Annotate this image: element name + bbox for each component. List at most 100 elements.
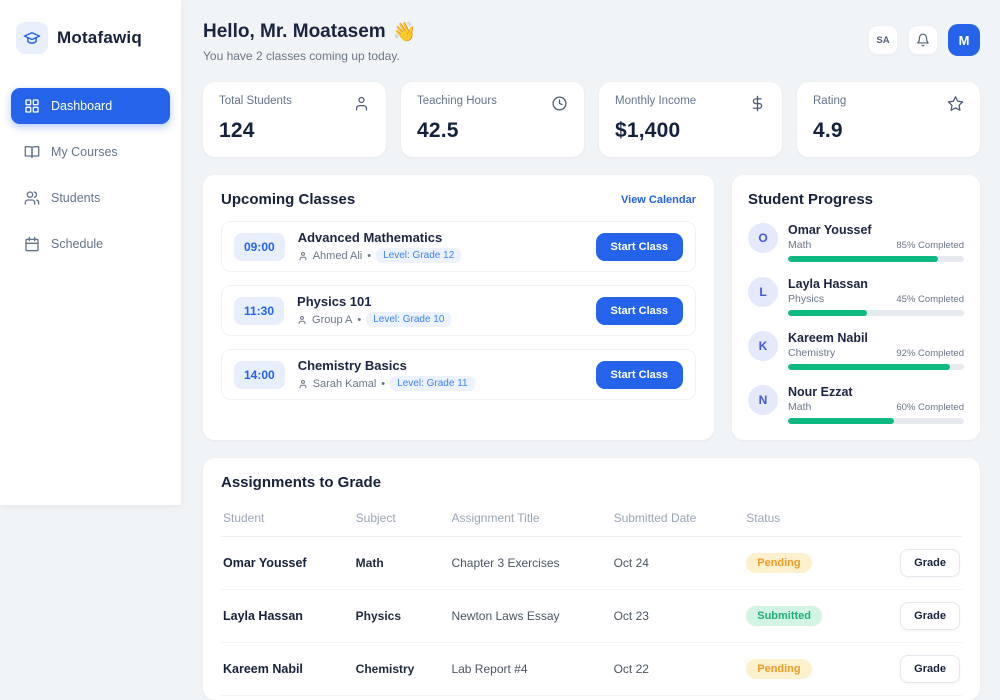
- greeting-text: Hello, Mr. Moatasem: [203, 21, 386, 43]
- progress-track: [788, 364, 964, 370]
- cell-assignment-title: Chapter 3 Exercises: [451, 556, 613, 570]
- stat-card-monthly-income: Monthly Income $1,400: [599, 82, 782, 157]
- cell-status: Pending: [746, 553, 886, 573]
- progress-track: [788, 418, 964, 424]
- view-calendar-link[interactable]: View Calendar: [621, 194, 696, 206]
- stat-label: Total Students: [219, 95, 292, 107]
- class-row: 09:00 Advanced Mathematics Ahmed Ali • L…: [221, 221, 696, 272]
- person-icon: [298, 251, 308, 261]
- topbar-actions: SA M: [868, 24, 980, 56]
- sidebar-item-dashboard[interactable]: Dashboard: [11, 88, 170, 124]
- cell-assignment-title: Lab Report #4: [451, 662, 613, 676]
- progress-row: N Nour Ezzat Math 60% Completed: [748, 385, 964, 424]
- progress-meta: Math 85% Completed: [788, 239, 964, 251]
- sidebar-nav: Dashboard My Courses Students Schedule: [11, 88, 170, 262]
- stat-card-rating: Rating 4.9: [797, 82, 980, 157]
- stat-card-teaching-hours: Teaching Hours 42.5: [401, 82, 584, 157]
- column-header: Submitted Date: [614, 511, 747, 525]
- bell-icon: [916, 33, 930, 47]
- completed-label: 45% Completed: [896, 294, 964, 305]
- class-tutor: Group A: [312, 314, 352, 326]
- progress-body: Omar Youssef Math 85% Completed: [788, 223, 964, 262]
- meta-separator: •: [367, 250, 371, 262]
- calendar-icon: [24, 236, 40, 252]
- progress-row: O Omar Youssef Math 85% Completed: [748, 223, 964, 262]
- student-name: Kareem Nabil: [788, 331, 964, 345]
- status-badge: Pending: [746, 553, 811, 573]
- table-header-row: Student Subject Assignment Title Submitt…: [221, 497, 962, 537]
- class-row: 14:00 Chemistry Basics Sarah Kamal • Lev…: [221, 349, 696, 400]
- student-subject: Math: [788, 401, 811, 413]
- student-subject: Chemistry: [788, 347, 835, 359]
- assignments-table: Student Subject Assignment Title Submitt…: [221, 497, 962, 696]
- table-row: Layla Hassan Physics Newton Laws Essay O…: [221, 590, 962, 643]
- class-meta: Ahmed Ali • Level: Grade 12: [298, 248, 462, 263]
- student-name: Nour Ezzat: [788, 385, 964, 399]
- sidebar-item-my-courses[interactable]: My Courses: [11, 134, 170, 170]
- grade-button[interactable]: Grade: [900, 655, 960, 683]
- cell-status: Pending: [746, 659, 886, 679]
- stat-card-total-students: Total Students 124: [203, 82, 386, 157]
- user-icon: [353, 95, 370, 112]
- class-info: Physics 101 Group A • Level: Grade 10: [297, 294, 451, 327]
- grade-button[interactable]: Grade: [900, 602, 960, 630]
- progress-track: [788, 256, 964, 262]
- sidebar-item-label: Students: [51, 191, 100, 205]
- start-class-button[interactable]: Start Class: [596, 361, 683, 389]
- sidebar-item-label: Schedule: [51, 237, 103, 251]
- user-avatar[interactable]: M: [948, 24, 980, 56]
- class-tutor: Ahmed Ali: [313, 250, 363, 262]
- cell-subject: Chemistry: [356, 662, 452, 676]
- stat-card-top: Monthly Income: [615, 95, 766, 112]
- notifications-button[interactable]: [908, 25, 938, 55]
- progress-fill: [788, 310, 867, 316]
- sidebar-item-students[interactable]: Students: [11, 180, 170, 216]
- progress-body: Kareem Nabil Chemistry 92% Completed: [788, 331, 964, 370]
- graduation-cap-icon: [16, 22, 48, 54]
- column-header: Assignment Title: [451, 511, 613, 525]
- column-header: Status: [746, 511, 886, 525]
- class-row: 11:30 Physics 101 Group A • Level: Grade…: [221, 285, 696, 336]
- person-icon: [297, 315, 307, 325]
- cell-student: Omar Youssef: [223, 556, 356, 570]
- star-icon: [947, 95, 964, 112]
- sidebar: Motafawiq Dashboard My Courses Students: [0, 0, 181, 505]
- class-title: Advanced Mathematics: [298, 230, 462, 245]
- table-row: Kareem Nabil Chemistry Lab Report #4 Oct…: [221, 643, 962, 696]
- start-class-button[interactable]: Start Class: [596, 233, 683, 261]
- section-title: Upcoming Classes: [221, 191, 355, 208]
- class-time-badge: 14:00: [234, 361, 285, 389]
- page-title: Hello, Mr. Moatasem👋: [203, 20, 416, 44]
- cell-assignment-title: Newton Laws Essay: [451, 609, 613, 623]
- progress-meta: Physics 45% Completed: [788, 293, 964, 305]
- logo: Motafawiq: [11, 20, 170, 54]
- stat-value: $1,400: [615, 119, 766, 143]
- meta-separator: •: [357, 314, 361, 326]
- start-class-button[interactable]: Start Class: [596, 297, 683, 325]
- student-name: Layla Hassan: [788, 277, 964, 291]
- progress-row: K Kareem Nabil Chemistry 92% Completed: [748, 331, 964, 370]
- cell-subject: Math: [356, 556, 452, 570]
- stat-value: 4.9: [813, 119, 964, 143]
- class-level-badge: Level: Grade 11: [390, 376, 474, 391]
- dollar-icon: [749, 95, 766, 112]
- sidebar-item-schedule[interactable]: Schedule: [11, 226, 170, 262]
- table-row: Omar Youssef Math Chapter 3 Exercises Oc…: [221, 537, 962, 590]
- class-meta: Group A • Level: Grade 10: [297, 312, 451, 327]
- cell-submitted-date: Oct 24: [614, 556, 747, 570]
- progress-row: L Layla Hassan Physics 45% Completed: [748, 277, 964, 316]
- cell-student: Layla Hassan: [223, 609, 356, 623]
- person-icon: [298, 379, 308, 389]
- student-subject: Math: [788, 239, 811, 251]
- grade-button[interactable]: Grade: [900, 549, 960, 577]
- greeting-block: Hello, Mr. Moatasem👋 You have 2 classes …: [203, 20, 416, 63]
- stats-row: Total Students 124 Teaching Hours 42.5: [203, 82, 980, 157]
- cell-submitted-date: Oct 22: [614, 662, 747, 676]
- sidebar-item-label: My Courses: [51, 145, 118, 159]
- assignments-card: Assignments to Grade Student Subject Ass…: [203, 458, 980, 700]
- column-header: Subject: [356, 511, 452, 525]
- cell-student: Kareem Nabil: [223, 662, 356, 676]
- stat-label: Monthly Income: [615, 95, 696, 107]
- class-title: Physics 101: [297, 294, 451, 309]
- language-toggle-button[interactable]: SA: [868, 25, 898, 55]
